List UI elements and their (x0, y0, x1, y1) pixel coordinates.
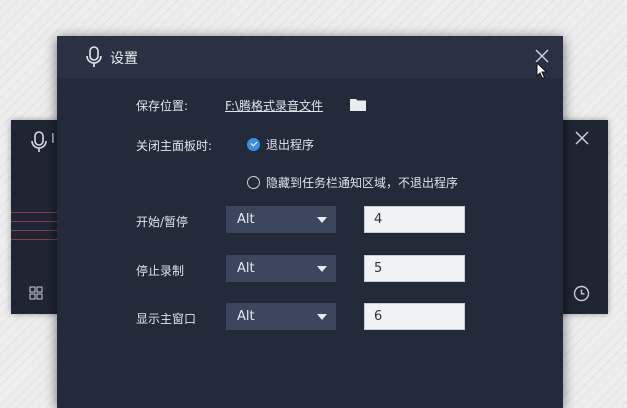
radio-hide-label: 隐藏到任务栏通知区域，不退出程序 (266, 176, 459, 190)
grid-icon[interactable] (29, 286, 43, 300)
modifier-value: Alt (237, 212, 255, 227)
modifier-select-start-pause[interactable]: Alt (226, 206, 336, 233)
mic-icon (31, 131, 47, 152)
key-input-start-pause[interactable]: 4 (364, 206, 465, 233)
main-window-title: I (51, 132, 55, 147)
radio-hide-to-tray[interactable]: 隐藏到任务栏通知区域，不退出程序 (247, 174, 458, 191)
on-close-label: 关闭主面板时: (136, 139, 213, 153)
hotkey-label-start-pause: 开始/暂停 (136, 215, 189, 229)
modifier-value: Alt (237, 309, 255, 324)
folder-icon[interactable] (349, 97, 367, 112)
radio-exit-program[interactable]: 退出程序 (247, 136, 314, 153)
modifier-select-show-main[interactable]: Alt (226, 303, 336, 330)
dialog-title: 设置 (110, 51, 138, 67)
waveform (11, 212, 59, 248)
save-path-link[interactable]: F:\腾格式录音文件 (225, 97, 323, 114)
clock-icon[interactable] (573, 285, 590, 302)
save-location-label: 保存位置: (136, 99, 189, 113)
settings-dialog: 设置 保存位置: F:\腾格式录音文件 关闭主面板时: 退出程序 隐藏到任务栏通… (57, 36, 563, 408)
radio-unchecked-icon (247, 176, 260, 189)
modifier-value: Alt (237, 261, 255, 276)
radio-exit-label: 退出程序 (266, 138, 315, 152)
close-icon[interactable] (574, 130, 590, 146)
radio-checked-icon (247, 138, 260, 151)
hotkey-label-show-main: 显示主窗口 (136, 312, 197, 326)
caret-down-icon (317, 314, 327, 320)
caret-down-icon (317, 266, 327, 272)
caret-down-icon (317, 217, 327, 223)
mic-icon (86, 46, 102, 67)
hotkey-label-stop: 停止录制 (136, 264, 185, 278)
modifier-select-stop[interactable]: Alt (226, 255, 336, 282)
dialog-header: 设置 (57, 36, 563, 78)
key-input-stop[interactable]: 5 (364, 255, 465, 282)
key-input-show-main[interactable]: 6 (364, 303, 465, 330)
cursor-icon (536, 62, 548, 80)
